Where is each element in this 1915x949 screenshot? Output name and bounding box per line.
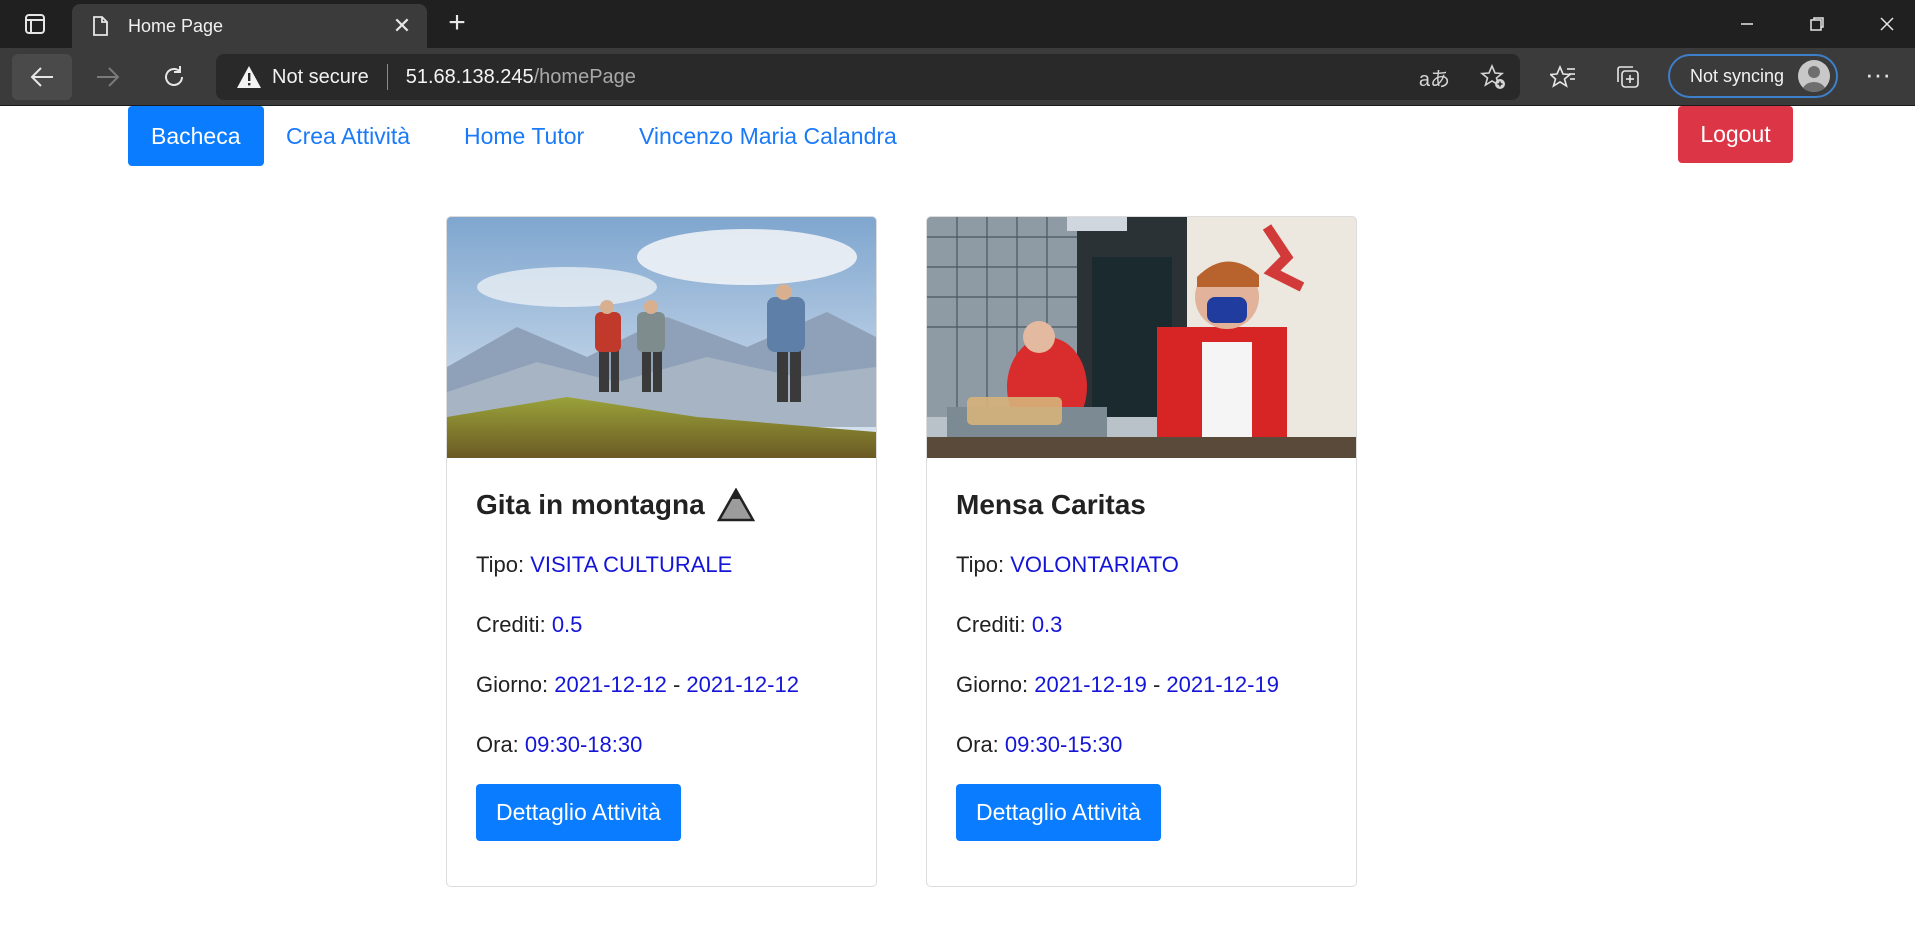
nav-bacheca[interactable]: Bacheca [128, 106, 264, 166]
nav-crea-attivita[interactable]: Crea Attività [263, 106, 433, 166]
crediti-value: 0.3 [1031, 612, 1063, 637]
card-tipo: Tipo: VISITA CULTURALE [476, 552, 733, 577]
dettaglio-attivita-button[interactable]: Dettaglio Attività [956, 784, 1161, 841]
giorno-start: 2021-12-12 [554, 672, 667, 697]
giorno-start: 2021-12-19 [1034, 672, 1147, 697]
profile-avatar-icon [1798, 60, 1830, 92]
sync-status-button[interactable]: Not syncing [1668, 54, 1838, 98]
card-giorno: Giorno: 2021-12-12 - 2021-12-12 [476, 672, 799, 697]
crediti-value: 0.5 [551, 612, 583, 637]
address-bar[interactable]: Not secure 51.68.138.245/homePage aあ [216, 54, 1520, 100]
activity-image-mountain-hike [447, 217, 876, 458]
activity-image-soup-kitchen [927, 217, 1356, 458]
url-host: 51.68.138.245 [405, 65, 534, 88]
card-crediti: Crediti: 0.5 [476, 612, 583, 637]
page-icon [93, 16, 108, 36]
card-title: Mensa Caritas [956, 489, 1146, 520]
tab-title: Home Page [128, 15, 224, 36]
card-giorno: Giorno: 2021-12-19 - 2021-12-19 [956, 672, 1279, 697]
collections-icon[interactable] [1605, 54, 1651, 100]
address-divider [386, 64, 388, 90]
forward-arrow-icon[interactable] [78, 54, 138, 100]
restore-icon[interactable] [1782, 0, 1852, 48]
tab-actions-icon[interactable] [12, 8, 58, 40]
favorites-icon[interactable] [1540, 54, 1586, 100]
card-title: Gita in montagna [476, 488, 876, 522]
browser-toolbar: Not secure 51.68.138.245/homePage aあ Not… [0, 48, 1915, 106]
nav-user-name[interactable]: Vincenzo Maria Calandra [616, 106, 920, 166]
reload-icon[interactable] [144, 54, 204, 100]
minimize-icon[interactable] [1712, 0, 1782, 48]
new-tab-icon[interactable]: + [440, 8, 474, 40]
card-ora: Ora: 09:30-15:30 [956, 732, 1123, 757]
url-path: /homePage [533, 65, 636, 88]
giorno-end: 2021-12-12 [686, 672, 799, 697]
activity-card: Gita in montagna Tipo: VISITA CULTURALE … [446, 216, 877, 887]
more-options-icon[interactable]: ··· [1855, 54, 1901, 100]
add-favorite-icon[interactable] [1480, 64, 1506, 90]
browser-titlebar: Home Page ✕ + [0, 0, 1915, 48]
nav-home-tutor[interactable]: Home Tutor [441, 106, 607, 166]
tipo-value: VOLONTARIATO [1010, 552, 1179, 577]
ora-value: 09:30-15:30 [1004, 732, 1123, 757]
activity-card: Mensa Caritas Tipo: VOLONTARIATO Crediti… [926, 216, 1357, 887]
site-navbar: Bacheca Crea Attività Home Tutor Vincenz… [0, 106, 1915, 168]
browser-tab[interactable]: Home Page ✕ [72, 4, 427, 48]
security-label[interactable]: Not secure [272, 66, 369, 89]
tipo-value: VISITA CULTURALE [530, 552, 733, 577]
ora-value: 09:30-18:30 [524, 732, 643, 757]
logout-button[interactable]: Logout [1678, 106, 1793, 163]
read-aloud-icon[interactable]: aあ [1419, 63, 1450, 92]
close-window-icon[interactable] [1852, 0, 1915, 48]
back-arrow-icon[interactable] [12, 54, 72, 100]
card-ora: Ora: 09:30-18:30 [476, 732, 643, 757]
mountain-icon [716, 488, 755, 522]
close-tab-icon[interactable]: ✕ [389, 13, 415, 39]
sync-label: Not syncing [1690, 65, 1785, 86]
card-tipo: Tipo: VOLONTARIATO [956, 552, 1179, 577]
dettaglio-attivita-button[interactable]: Dettaglio Attività [476, 784, 681, 841]
giorno-end: 2021-12-19 [1166, 672, 1279, 697]
card-crediti: Crediti: 0.3 [956, 612, 1063, 637]
warning-icon[interactable] [236, 65, 262, 89]
